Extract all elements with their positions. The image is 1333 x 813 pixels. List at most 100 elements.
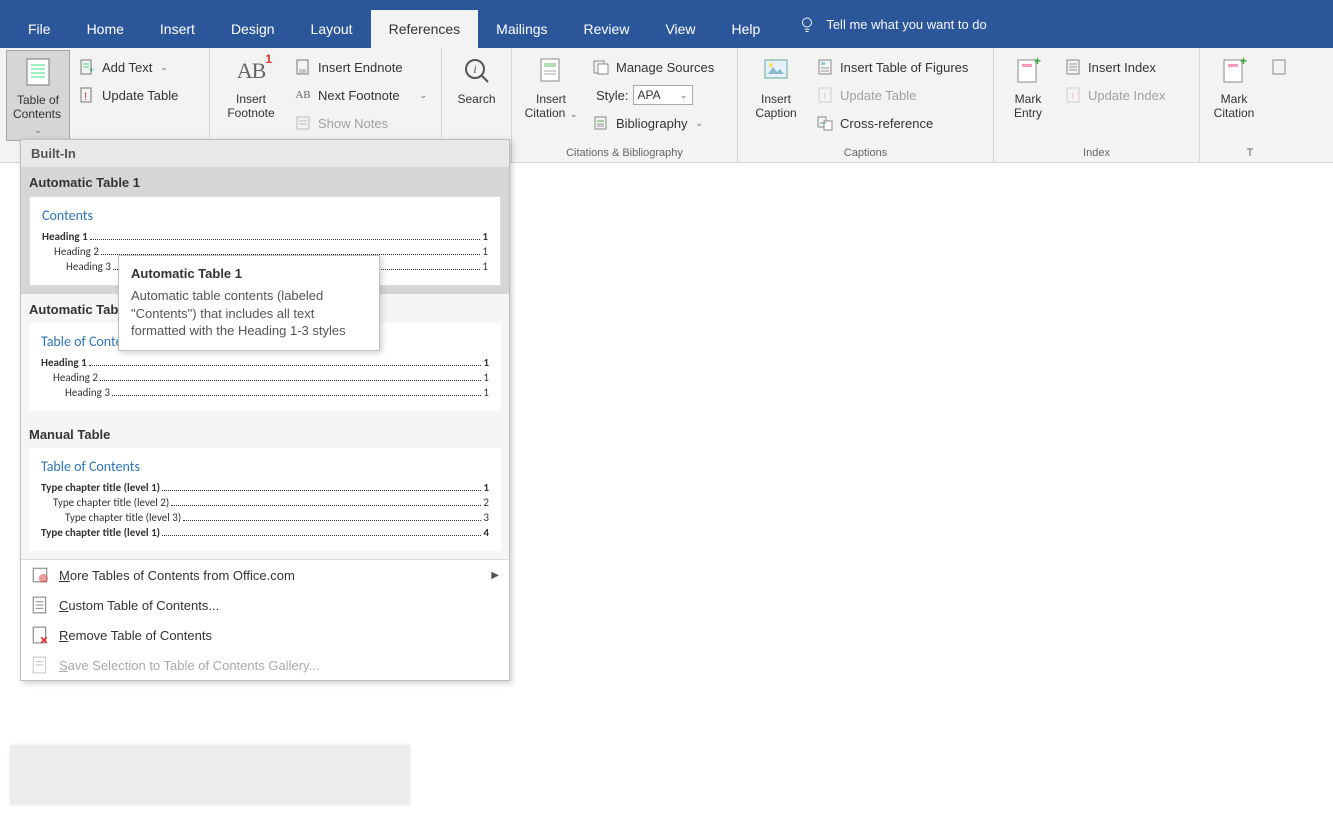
insert-index-button[interactable]: Insert Index bbox=[1058, 54, 1171, 80]
svg-text:!: ! bbox=[823, 92, 826, 103]
insert-table-of-figures-button[interactable]: Insert Table of Figures bbox=[810, 54, 974, 80]
toa-icon bbox=[1270, 58, 1288, 76]
search-icon: i bbox=[460, 54, 494, 88]
svg-text:+: + bbox=[1240, 57, 1247, 68]
mark-citation-button[interactable]: + MarkCitation bbox=[1206, 50, 1262, 125]
mark-citation-label-2: Citation bbox=[1214, 106, 1255, 120]
insert-caption-label-2: Caption bbox=[755, 106, 796, 120]
add-text-button[interactable]: + Add Text ⌄ bbox=[72, 54, 184, 80]
insert-caption-label-1: Insert bbox=[761, 92, 791, 106]
mark-citation-label-1: Mark bbox=[1221, 92, 1248, 106]
insert-endnote-button[interactable]: Insert Endnote bbox=[288, 54, 433, 80]
gallery-item-title: Manual Table bbox=[21, 423, 509, 448]
insert-footnote-label-2: Footnote bbox=[227, 106, 274, 120]
next-footnote-icon: AB bbox=[294, 86, 312, 104]
toc-label-1: Table of bbox=[17, 93, 59, 107]
svg-text:!: ! bbox=[84, 91, 87, 103]
tab-home[interactable]: Home bbox=[69, 10, 142, 48]
tab-help[interactable]: Help bbox=[714, 10, 779, 48]
add-text-label: Add Text bbox=[102, 60, 152, 75]
update-table-figures-icon: ! bbox=[816, 86, 834, 104]
chevron-down-icon: ⌄ bbox=[420, 90, 428, 101]
citation-icon bbox=[534, 54, 568, 88]
preview-title: Contents bbox=[42, 207, 488, 224]
tab-references[interactable]: References bbox=[371, 10, 479, 48]
style-label: Style: bbox=[596, 88, 629, 103]
update-index-icon: ! bbox=[1064, 86, 1082, 104]
preview-title: Table of Contents bbox=[41, 458, 489, 475]
mark-entry-icon: + bbox=[1011, 54, 1045, 88]
next-footnote-label: Next Footnote bbox=[318, 88, 400, 103]
insert-index-label: Insert Index bbox=[1088, 60, 1156, 75]
table-of-contents-button[interactable]: Table ofContents ⌄ bbox=[6, 50, 70, 141]
insert-caption-button[interactable]: InsertCaption bbox=[744, 50, 808, 125]
show-notes-button[interactable]: Show Notes bbox=[288, 110, 433, 136]
svg-text:!: ! bbox=[1071, 92, 1074, 103]
document-page bbox=[10, 745, 410, 805]
bibliography-label: Bibliography bbox=[616, 116, 688, 131]
style-value: APA bbox=[638, 88, 661, 102]
toc-label-2: Contents bbox=[13, 107, 61, 121]
toc-gallery-dropdown: Built-In Automatic Table 1 Contents Head… bbox=[20, 139, 510, 681]
tell-me-search[interactable]: Tell me what you want to do bbox=[798, 15, 986, 33]
update-table-button[interactable]: ! Update Table bbox=[72, 82, 184, 108]
insert-toa-button-cutoff[interactable] bbox=[1264, 54, 1294, 80]
tab-review[interactable]: Review bbox=[566, 10, 648, 48]
tab-insert[interactable]: Insert bbox=[142, 10, 213, 48]
manage-sources-icon bbox=[592, 58, 610, 76]
mark-entry-label-1: Mark bbox=[1015, 92, 1042, 106]
custom-table-of-contents[interactable]: Custom Table of Contents... bbox=[21, 590, 509, 620]
search-button[interactable]: i Search bbox=[448, 50, 505, 110]
tab-mailings[interactable]: Mailings bbox=[478, 10, 565, 48]
search-label: Search bbox=[457, 92, 495, 106]
mark-citation-icon: + bbox=[1217, 54, 1251, 88]
ribbon-tabs-bar: File Home Insert Design Layout Reference… bbox=[0, 0, 1333, 48]
table-of-figures-icon bbox=[816, 58, 834, 76]
tab-file[interactable]: File bbox=[10, 10, 69, 48]
tell-me-placeholder: Tell me what you want to do bbox=[826, 17, 986, 32]
update-table-figures-button[interactable]: ! Update Table bbox=[810, 82, 974, 108]
show-notes-icon bbox=[294, 114, 312, 132]
cross-reference-button[interactable]: Cross-reference bbox=[810, 110, 974, 136]
update-index-button[interactable]: ! Update Index bbox=[1058, 82, 1171, 108]
save-gallery-icon bbox=[31, 656, 49, 674]
endnote-icon bbox=[294, 58, 312, 76]
svg-text:+: + bbox=[89, 65, 94, 75]
show-notes-label: Show Notes bbox=[318, 116, 388, 131]
cross-reference-label: Cross-reference bbox=[840, 116, 933, 131]
table-of-contents-icon bbox=[21, 55, 55, 89]
group-label-toa: T bbox=[1206, 145, 1294, 162]
caption-icon bbox=[759, 54, 793, 88]
footnote-icon: AB 1 bbox=[234, 54, 268, 88]
insert-citation-label-2: Citation bbox=[525, 106, 566, 120]
group-label-citations: Citations & Bibliography bbox=[518, 145, 731, 162]
gallery-item-manual-table[interactable]: Manual Table Table of Contents Type chap… bbox=[21, 419, 509, 559]
tab-design[interactable]: Design bbox=[213, 10, 293, 48]
office-icon bbox=[31, 566, 49, 584]
tooltip-title: Automatic Table 1 bbox=[131, 266, 367, 281]
chevron-down-icon: ⌄ bbox=[680, 90, 688, 101]
bibliography-button[interactable]: Bibliography ⌄ bbox=[586, 110, 720, 136]
insert-footnote-button[interactable]: AB 1 InsertFootnote bbox=[216, 50, 286, 125]
custom-toc-icon bbox=[31, 596, 49, 614]
tooltip-automatic-table-1: Automatic Table 1 Automatic table conten… bbox=[118, 255, 380, 351]
tab-layout[interactable]: Layout bbox=[293, 10, 371, 48]
insert-citation-button[interactable]: InsertCitation ⌄ bbox=[518, 50, 584, 125]
chevron-down-icon: ⌄ bbox=[34, 125, 42, 135]
remove-table-of-contents[interactable]: Remove Table of Contents bbox=[21, 620, 509, 650]
manage-sources-button[interactable]: Manage Sources bbox=[586, 54, 720, 80]
citation-style-select[interactable]: APA ⌄ bbox=[633, 85, 693, 105]
next-footnote-button[interactable]: AB Next Footnote ⌄ bbox=[288, 82, 433, 108]
preview-manual: Table of Contents Type chapter title (le… bbox=[29, 448, 501, 551]
svg-text:+: + bbox=[1034, 57, 1041, 68]
more-tables-office-com[interactable]: More Tables of Contents from Office.com … bbox=[21, 560, 509, 590]
tab-view[interactable]: View bbox=[647, 10, 713, 48]
gallery-section-header: Built-In bbox=[21, 140, 509, 167]
update-index-label: Update Index bbox=[1088, 88, 1165, 103]
mark-entry-button[interactable]: + MarkEntry bbox=[1000, 50, 1056, 125]
insert-tof-label: Insert Table of Figures bbox=[840, 60, 968, 75]
save-selection-to-gallery[interactable]: Save Selection to Table of Contents Gall… bbox=[21, 650, 509, 680]
chevron-right-icon: ▶ bbox=[491, 570, 499, 581]
lightbulb-icon bbox=[798, 15, 816, 33]
chevron-down-icon: ⌄ bbox=[696, 118, 704, 129]
